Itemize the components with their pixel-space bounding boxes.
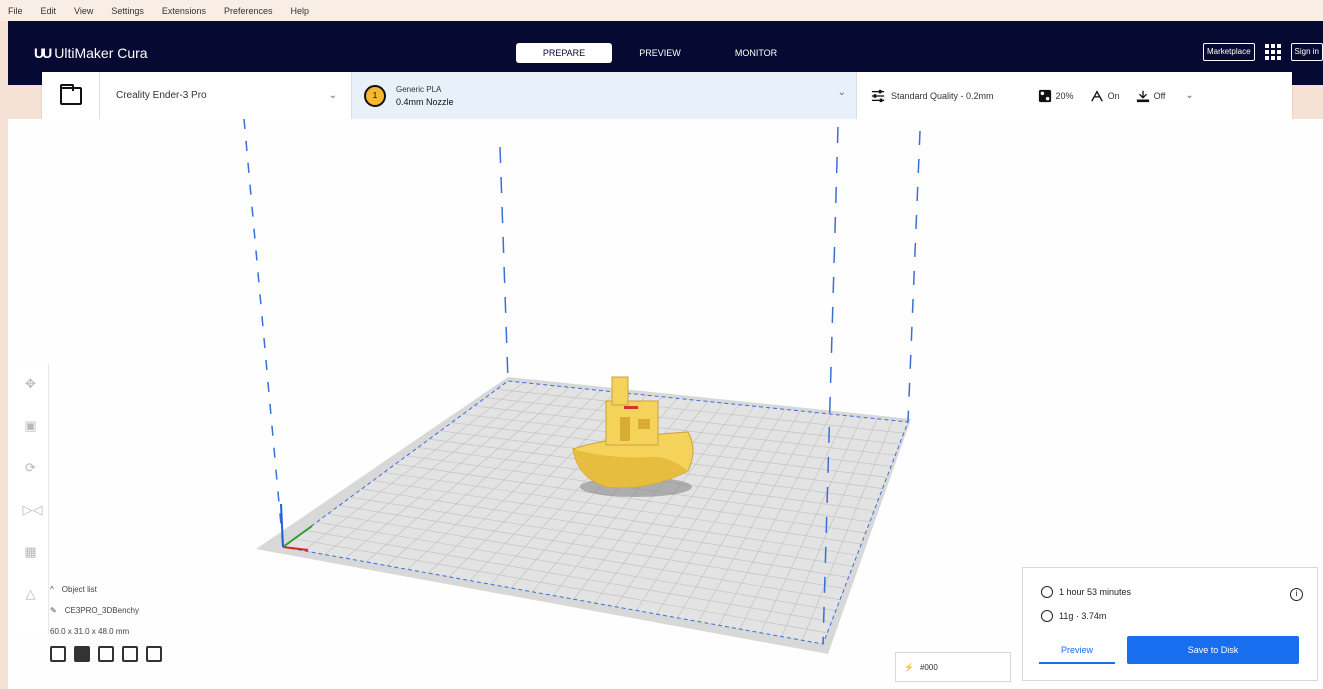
material-type: Generic PLA xyxy=(396,84,442,94)
infill-value: Off xyxy=(1153,90,1166,101)
material-usage: 11g · 3.74m xyxy=(1059,611,1107,621)
menu-view[interactable]: View xyxy=(74,6,93,16)
sign-in-button[interactable]: Sign in xyxy=(1290,43,1323,61)
scale-icon[interactable]: ▣ xyxy=(23,418,39,434)
boundary-vertical-line xyxy=(499,146,509,382)
boundary-vertical-line xyxy=(243,119,284,548)
support-icon xyxy=(1090,89,1103,102)
layer-value: #000 xyxy=(919,662,938,672)
marketplace-button[interactable]: Marketplace xyxy=(1202,43,1255,61)
rotate-icon[interactable]: ⟳ xyxy=(23,460,39,476)
per-model-settings-icon[interactable]: ▦ xyxy=(23,544,39,560)
front-view-icon[interactable] xyxy=(74,646,90,662)
printer-name: Creality Ender-3 Pro xyxy=(116,90,207,101)
support-value: 20% xyxy=(1055,90,1074,101)
app-logo: UU UltiMaker Cura xyxy=(34,45,148,61)
menu-preferences[interactable]: Preferences xyxy=(224,6,273,16)
extruder-icon: 1 xyxy=(364,84,386,107)
right-view-icon[interactable] xyxy=(146,646,162,662)
mirror-icon[interactable]: ▷◁ xyxy=(23,502,43,518)
move-icon[interactable]: ✥ xyxy=(23,376,39,392)
chevron-up-icon: ^ xyxy=(50,585,54,594)
tab-preview[interactable]: PREVIEW xyxy=(612,43,708,63)
menu-bar: File Edit View Settings Extensions Prefe… xyxy=(0,0,1323,21)
info-icon[interactable]: i xyxy=(1290,588,1303,601)
pencil-icon[interactable]: ✎ xyxy=(50,606,57,615)
model-red-highlight xyxy=(624,406,638,409)
chevron-down-icon: ⌄ xyxy=(328,90,337,101)
tab-prepare[interactable]: PREPARE xyxy=(516,43,612,63)
config-bar: Creality Ender-3 Pro ⌄ 1 Generic PLA 0.4… xyxy=(42,72,1292,119)
stage-tabs: PREPARE PREVIEW MONITOR xyxy=(516,43,804,63)
open-file-button[interactable] xyxy=(42,72,100,119)
top-view-icon[interactable] xyxy=(98,646,114,662)
clock-icon xyxy=(1041,586,1053,598)
tab-monitor[interactable]: MONITOR xyxy=(708,43,804,63)
adhesion-value: On xyxy=(1107,90,1120,101)
apps-grid-icon[interactable] xyxy=(1264,44,1281,60)
menu-extensions[interactable]: Extensions xyxy=(162,6,206,16)
app-title: UltiMaker Cura xyxy=(54,45,148,61)
left-view-icon[interactable] xyxy=(122,646,138,662)
chevron-down-icon: ⌄ xyxy=(837,87,846,98)
infill-icon xyxy=(1038,89,1051,102)
nozzle-size: 0.4mm Nozzle xyxy=(396,96,454,107)
ultimaker-logo-icon: UU xyxy=(34,45,52,61)
print-summary-panel: 1 hour 53 minutes i 11g · 3.74m Preview … xyxy=(1022,567,1318,681)
object-info-panel: ^ Object list ✎ CE3PRO_3DBenchy 60.0 x 3… xyxy=(50,585,162,662)
spool-icon xyxy=(1041,610,1053,622)
3d-view-icon[interactable] xyxy=(50,646,66,662)
camera-view-buttons xyxy=(50,646,162,662)
chevron-down-icon: ⌄ xyxy=(1185,90,1194,101)
boundary-vertical-line xyxy=(907,130,921,423)
object-dimensions: 60.0 x 31.0 x 48.0 mm xyxy=(50,627,130,636)
menu-file[interactable]: File xyxy=(8,6,23,16)
cabin-window xyxy=(638,419,650,429)
support-blocker-icon[interactable]: △ xyxy=(23,586,39,602)
layer-view-field[interactable]: ⚡ #000 xyxy=(895,652,1011,682)
boat-chimney xyxy=(611,376,629,406)
print-settings-selector[interactable]: Standard Quality - 0.2mm 20% On Off ⌄ xyxy=(857,72,1292,119)
adhesion-icon xyxy=(1136,90,1149,102)
material-selector[interactable]: 1 Generic PLA 0.4mm Nozzle ⌄ xyxy=(352,72,857,119)
folder-icon xyxy=(59,83,82,105)
menu-edit[interactable]: Edit xyxy=(41,6,57,16)
cabin-window xyxy=(620,417,630,441)
object-list-toggle[interactable]: ^ Object list xyxy=(50,585,162,594)
menu-help[interactable]: Help xyxy=(290,6,309,16)
settings-sliders-icon xyxy=(871,89,885,102)
save-to-disk-button[interactable]: Save to Disk xyxy=(1127,636,1299,664)
header-right: Marketplace Sign in xyxy=(1202,43,1323,61)
lightning-icon: ⚡ xyxy=(904,662,914,672)
profile-name: Standard Quality - 0.2mm xyxy=(891,90,994,101)
printer-selector[interactable]: Creality Ender-3 Pro ⌄ xyxy=(100,72,352,119)
object-name: CE3PRO_3DBenchy xyxy=(64,606,139,615)
object-list-label: Object list xyxy=(61,585,97,594)
preview-button[interactable]: Preview xyxy=(1039,638,1115,664)
print-time: 1 hour 53 minutes xyxy=(1059,587,1132,597)
tool-panel: ✥ ▣ ⟳ ▷◁ ▦ △ xyxy=(13,364,49,634)
menu-settings[interactable]: Settings xyxy=(111,6,144,16)
